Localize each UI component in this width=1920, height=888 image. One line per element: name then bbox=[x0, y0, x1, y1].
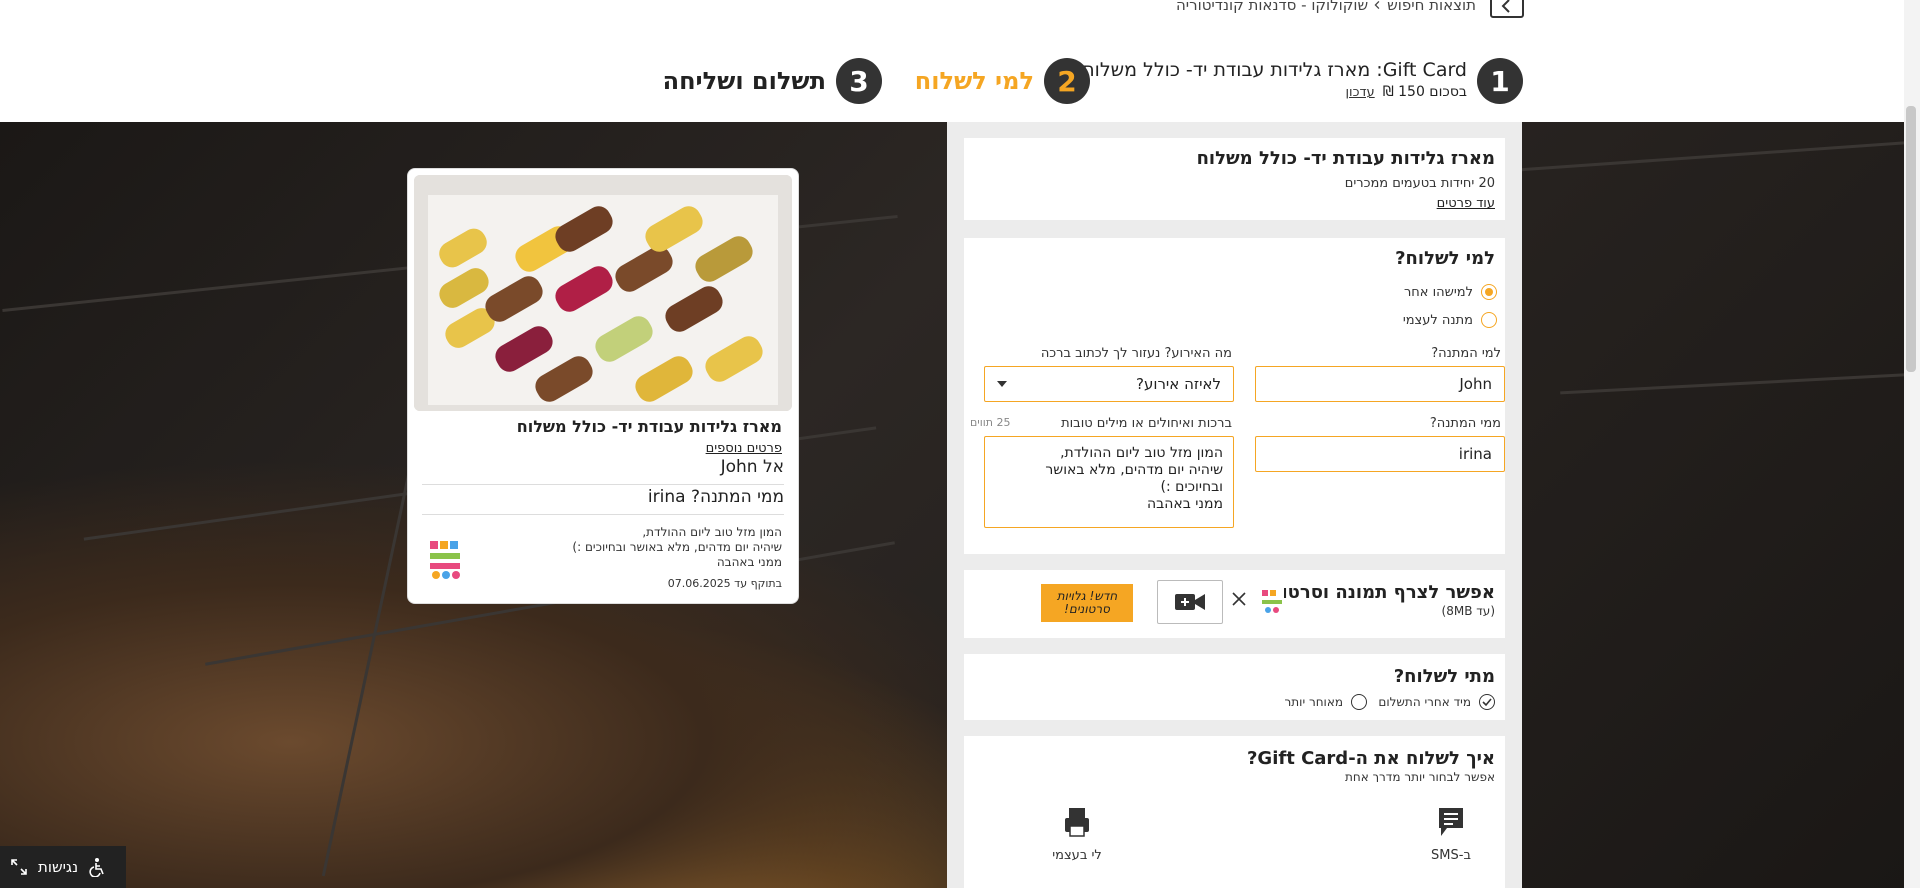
step-3-title: תשלום ושליחה bbox=[662, 67, 826, 95]
breadcrumb-business[interactable]: שוקולוקו - סדנאות קונדיטוריה bbox=[1176, 0, 1368, 14]
option-send-now[interactable]: מיד אחרי התשלום bbox=[1378, 694, 1495, 710]
option-someone-else[interactable]: למישהו אחר bbox=[1404, 284, 1497, 300]
step-1-title: : מארז גלידות עבודת יד- כולל משלוח bbox=[1082, 58, 1383, 81]
birthday-card-thumbnail bbox=[426, 537, 464, 581]
delivery-sms-label: ב-SMS bbox=[1431, 848, 1471, 863]
checkmark-icon bbox=[1482, 698, 1492, 707]
delivery-heading: איך לשלוח את ה-Gift Card? bbox=[1246, 748, 1495, 769]
delivery-self-label: לי בעצמי bbox=[1052, 848, 1102, 863]
preview-to-prefix: אל bbox=[762, 457, 784, 477]
preview-from-row: ממי המתנה? irina bbox=[422, 487, 784, 515]
accessibility-button[interactable]: נגישות bbox=[0, 846, 126, 888]
greeting-textarea[interactable]: המון מזל טוב ליום ההולדת, שיהיה יום מדהי… bbox=[984, 436, 1234, 528]
sms-message-icon bbox=[1439, 808, 1463, 836]
birthday-greeting-image bbox=[426, 537, 464, 581]
option-send-later[interactable]: מאוחר יותר bbox=[1285, 694, 1367, 710]
step-3: 3 תשלום ושליחה bbox=[663, 58, 882, 104]
step-2-title: למי לשלוח bbox=[914, 67, 1034, 95]
scrollbar-thumb[interactable] bbox=[1906, 106, 1916, 372]
preview-to-value: John bbox=[720, 457, 758, 477]
product-more-link[interactable]: עוד פרטים bbox=[1437, 196, 1495, 211]
chevron-left-icon bbox=[1501, 0, 1510, 13]
step-2-number: 2 bbox=[1044, 58, 1090, 104]
radio-selected-icon[interactable] bbox=[1481, 284, 1497, 300]
option-gift-myself[interactable]: מתנה לעצמי bbox=[1403, 312, 1497, 328]
from-input[interactable]: irina bbox=[1255, 436, 1505, 472]
video-camera-icon bbox=[1175, 594, 1205, 610]
delivery-self-option[interactable]: לי בעצמי bbox=[1037, 804, 1117, 874]
timing-heading: מתי לשלוח? bbox=[1393, 666, 1495, 687]
to-input[interactable]: John bbox=[1255, 366, 1505, 402]
occasion-select[interactable]: לאיזה אירוע? bbox=[984, 366, 1234, 402]
preview-message: המון מזל טוב ליום ההולדת, שיהיה יום מדהי… bbox=[572, 525, 782, 569]
preview-to-row: אל John bbox=[422, 457, 784, 485]
wheelchair-icon bbox=[89, 858, 104, 877]
timing-card: מתי לשלוח? מיד אחרי התשלום מאוחר יותר bbox=[964, 654, 1505, 720]
accessibility-label: נגישות bbox=[38, 858, 79, 876]
step-1: 1 Gift Card: מארז גלידות עבודת יד- כולל … bbox=[1082, 58, 1523, 104]
new-video-badge[interactable]: חדש! גלויות סרטונים! bbox=[1041, 584, 1133, 622]
expand-icon bbox=[11, 859, 27, 875]
product-subtitle: 20 יחידות בטעמים ממכרים bbox=[1344, 176, 1495, 191]
add-video-button[interactable] bbox=[1157, 580, 1223, 624]
caret-down-icon bbox=[997, 381, 1007, 387]
attached-image-thumb[interactable] bbox=[1260, 586, 1284, 618]
remove-image-button[interactable] bbox=[1230, 590, 1248, 608]
delivery-card: איך לשלוח את ה-Gift Card? אפשר לבחור יות… bbox=[964, 736, 1505, 888]
preview-from-value: irina bbox=[647, 487, 686, 507]
media-limit: (עד 8MB) bbox=[1441, 604, 1495, 618]
preview-from-prefix: ממי המתנה? bbox=[690, 487, 784, 507]
option-gift-myself-label: מתנה לעצמי bbox=[1402, 312, 1473, 328]
ice-cream-box-image bbox=[414, 175, 792, 411]
step-3-number: 3 bbox=[836, 58, 882, 104]
media-heading: אפשר לצרף תמונה וסרטון bbox=[1275, 582, 1495, 603]
edit-link[interactable]: עדכון bbox=[1345, 85, 1374, 100]
occasion-label: מה האירוע? נעזור לך לכתוב ברכה bbox=[1040, 346, 1232, 361]
occasion-value: לאיזה אירוע? bbox=[1136, 375, 1221, 393]
printer-icon bbox=[1065, 808, 1089, 837]
option-someone-else-label: למישהו אחר bbox=[1403, 284, 1473, 300]
breadcrumb-search-results[interactable]: תוצאות חיפוש bbox=[1387, 0, 1476, 14]
gift-preview-card: מארז גלידות עבודת יד- כולל משלוח פרטים נ… bbox=[407, 168, 799, 604]
media-card: אפשר לצרף תמונה וסרטון (עד 8MB) חדש! גלו… bbox=[964, 570, 1505, 638]
step-2: 2 למי לשלוח bbox=[915, 58, 1090, 104]
product-title: מארז גלידות עבודת יד- כולל משלוח bbox=[1196, 148, 1495, 169]
chevron-left-icon bbox=[1374, 1, 1380, 9]
circle-icon[interactable] bbox=[1351, 694, 1367, 710]
product-image bbox=[414, 175, 792, 411]
step-1-number: 1 bbox=[1477, 58, 1523, 104]
delivery-subtitle: אפשר לבחור יותר מדרך אחת bbox=[1345, 770, 1495, 782]
recipient-card: למי לשלוח? למישהו אחר מתנה לעצמי למי המת… bbox=[964, 238, 1505, 554]
preview-title: מארז גלידות עבודת יד- כולל משלוח bbox=[516, 417, 782, 436]
top-header: תוצאות חיפוש שוקולוקו - סדנאות קונדיטורי… bbox=[0, 0, 1920, 122]
to-label: למי המתנה? bbox=[1431, 346, 1501, 361]
close-icon bbox=[1232, 592, 1246, 606]
radio-icon[interactable] bbox=[1481, 312, 1497, 328]
from-label: ממי המתנה? bbox=[1429, 416, 1501, 431]
step-1-brand: Gift Card bbox=[1382, 58, 1467, 81]
option-send-later-label: מאוחר יותר bbox=[1284, 695, 1343, 709]
preview-valid-until: בתוקף עד 07.06.2025 bbox=[667, 577, 782, 590]
birthday-image-icon bbox=[1260, 586, 1284, 618]
delivery-sms-option[interactable]: ב-SMS bbox=[1421, 804, 1481, 874]
breadcrumb: תוצאות חיפוש שוקולוקו - סדנאות קונדיטורי… bbox=[1176, 0, 1476, 14]
greeting-counter: 25 תווים bbox=[970, 416, 1011, 429]
recipient-heading: למי לשלוח? bbox=[1395, 248, 1495, 269]
option-send-now-label: מיד אחרי התשלום bbox=[1378, 695, 1471, 709]
product-summary-card: מארז גלידות עבודת יד- כולל משלוח 20 יחיד… bbox=[964, 138, 1505, 220]
greeting-label: ברכות ואיחולים או מילים טובות bbox=[1061, 416, 1232, 431]
step-1-amount: בסכום 150 ₪ bbox=[1382, 83, 1467, 100]
order-form-panel: מארז גלידות עבודת יד- כולל משלוח 20 יחיד… bbox=[947, 122, 1522, 888]
back-button[interactable] bbox=[1490, 0, 1524, 18]
preview-details-link[interactable]: פרטים נוספים bbox=[706, 441, 782, 456]
check-circle-icon[interactable] bbox=[1479, 694, 1495, 710]
